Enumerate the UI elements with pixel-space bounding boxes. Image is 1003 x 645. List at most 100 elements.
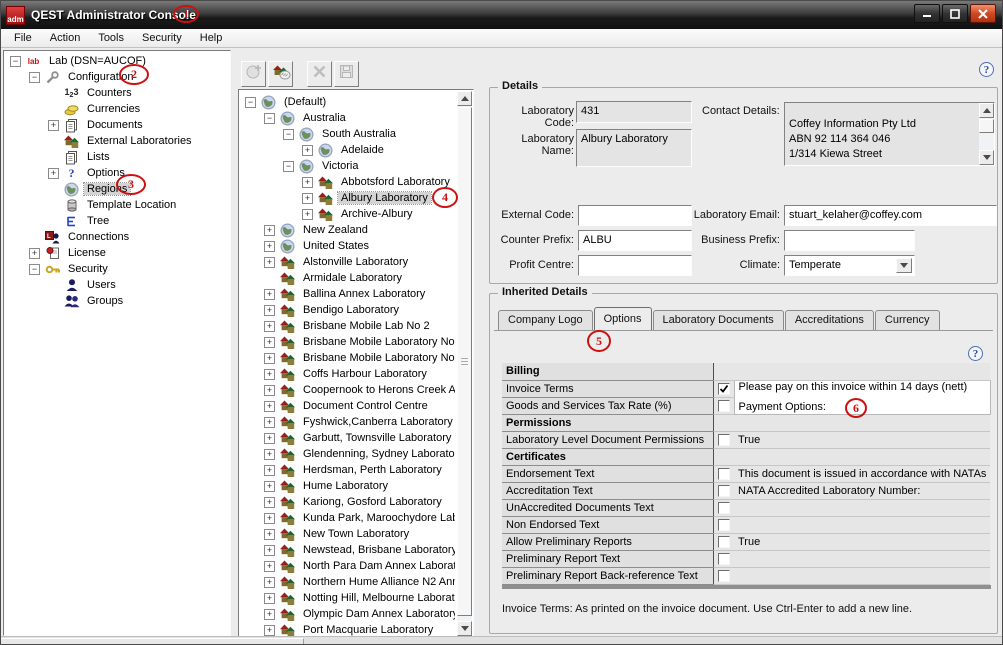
tree-node-configuration[interactable]: −Configuration (6, 69, 230, 85)
tree-node-adelaide[interactable]: +Adelaide (241, 142, 455, 158)
checkbox-unchecked[interactable] (718, 553, 730, 565)
tree-node-united-states[interactable]: +United States (241, 238, 455, 254)
tree-node-label[interactable]: Fyshwick,Canberra Laboratory (300, 416, 455, 428)
tree-node-document-control-centre[interactable]: +Document Control Centre (241, 398, 455, 414)
menu-action[interactable]: Action (41, 30, 90, 46)
checkbox-unchecked[interactable] (718, 536, 730, 548)
tree-node-label[interactable]: United States (300, 240, 372, 252)
expand-icon[interactable]: + (264, 369, 275, 380)
checkbox-checked[interactable] (718, 383, 730, 395)
tree-node-label[interactable]: Kariong, Gosford Laboratory (300, 496, 445, 508)
tree-node-lists[interactable]: Lists (6, 149, 230, 165)
tree-node-glendenning-sydney-laboratory[interactable]: +Glendenning, Sydney Laboratory (241, 446, 455, 462)
checkbox-unchecked[interactable] (718, 519, 730, 531)
tree-node-label[interactable]: Currencies (84, 103, 143, 115)
tab-laboratory-documents[interactable]: Laboratory Documents (653, 310, 784, 330)
expand-icon[interactable]: + (264, 513, 275, 524)
tree-node-currencies[interactable]: Currencies (6, 101, 230, 117)
tree-node-label[interactable]: Documents (84, 119, 146, 131)
scroll-thumb[interactable] (457, 107, 472, 616)
tree-node-label[interactable]: External Laboratories (84, 135, 195, 147)
scroll-up-button[interactable] (457, 91, 472, 106)
tree-node-label[interactable]: Counters (84, 87, 135, 99)
tree-node-brisbane-mobile-laboratory-no-2[interactable]: + Brisbane Mobile Laboratory No.2 (241, 350, 455, 366)
climate-combobox[interactable]: Temperate (784, 255, 915, 276)
tree-node-label[interactable]: North Para Dam Annex Laboratory (300, 560, 455, 572)
tree-node-garbutt-townsville-laboratory[interactable]: +Garbutt, Townsville Laboratory (241, 430, 455, 446)
tree-node-label[interactable]: Alstonville Laboratory (300, 256, 411, 268)
tree-node-label[interactable]: Herdsman, Perth Laboratory (300, 464, 445, 476)
expand-icon[interactable]: + (264, 593, 275, 604)
tree-node-label[interactable]: Lists (84, 151, 113, 163)
expand-icon[interactable]: + (264, 609, 275, 620)
profit-centre-field[interactable] (578, 255, 692, 276)
tree-node-label[interactable]: Armidale Laboratory (300, 272, 405, 284)
tree-node-albury-laboratory[interactable]: +Albury Laboratory (241, 190, 455, 206)
contact-scrollbar[interactable] (979, 103, 994, 165)
expand-icon[interactable]: + (264, 353, 275, 364)
expand-icon[interactable]: + (264, 497, 275, 508)
tree-node-label[interactable]: Victoria (319, 160, 361, 172)
tree-node-documents[interactable]: +Documents (6, 117, 230, 133)
collapse-icon[interactable]: − (29, 72, 40, 83)
expand-icon[interactable]: + (264, 529, 275, 540)
tree-node-brisbane-mobile-laboratory-no-1[interactable]: +Brisbane Mobile Laboratory No 1 (241, 334, 455, 350)
tab-accreditations[interactable]: Accreditations (785, 310, 874, 330)
tree-node-tree[interactable]: Tree (6, 213, 230, 229)
tree-node-northern-hume-alliance-n2-annex[interactable]: +Northern Hume Alliance N2 Annex (241, 574, 455, 590)
tree-node-label[interactable]: (Default) (281, 96, 329, 108)
tree-node-label[interactable]: Brisbane Mobile Lab No 2 (300, 320, 433, 332)
tree-node-bendigo-laboratory[interactable]: +Bendigo Laboratory (241, 302, 455, 318)
expand-icon[interactable]: + (264, 465, 275, 476)
tree-node-label[interactable]: Document Control Centre (300, 400, 431, 412)
expand-icon[interactable]: + (264, 561, 275, 572)
expand-icon[interactable]: + (264, 433, 275, 444)
tree-node-label[interactable]: Kunda Park, Maroochydore Laboratory (300, 512, 455, 524)
tree-node-label[interactable]: Abbotsford Laboratory (338, 176, 453, 188)
collapse-icon[interactable]: − (283, 129, 294, 140)
tree-node-kariong-gosford-laboratory[interactable]: + Kariong, Gosford Laboratory (241, 494, 455, 510)
expand-icon[interactable]: + (264, 385, 275, 396)
tree-node-north-para-dam-annex-laboratory[interactable]: + North Para Dam Annex Laboratory (241, 558, 455, 574)
menu-file[interactable]: File (5, 30, 41, 46)
help-icon[interactable]: ? (968, 346, 983, 361)
tree-node-label[interactable]: Brisbane Mobile Laboratory No.2 (300, 352, 455, 364)
expand-icon[interactable]: + (264, 449, 275, 460)
checkbox-unchecked[interactable] (718, 400, 730, 412)
tree-node-license[interactable]: +License (6, 245, 230, 261)
tree-node-hume-laboratory[interactable]: +Hume Laboratory (241, 478, 455, 494)
help-icon[interactable]: ? (979, 62, 994, 77)
tree-node-australia[interactable]: −Australia (241, 110, 455, 126)
collapse-icon[interactable]: − (10, 56, 21, 67)
tree-node-users[interactable]: Users (6, 277, 230, 293)
scroll-up-button[interactable] (979, 103, 994, 118)
tree-node-lab-dsn-aucof[interactable]: −labLab (DSN=AUCOF) (6, 53, 230, 69)
tree-node-herdsman-perth-laboratory[interactable]: + Herdsman, Perth Laboratory (241, 462, 455, 478)
tab-options[interactable]: Options (594, 307, 652, 330)
tree-node-label[interactable]: Connections (65, 231, 132, 243)
tab-company-logo[interactable]: Company Logo (498, 310, 593, 330)
tree-node-alstonville-laboratory[interactable]: + Alstonville Laboratory (241, 254, 455, 270)
tree-node-archive-albury[interactable]: +Archive-Albury (241, 206, 455, 222)
tree-node-label[interactable]: Archive-Albury (338, 208, 416, 220)
tree-node-victoria[interactable]: − Victoria (241, 158, 455, 174)
expand-icon[interactable]: + (264, 257, 275, 268)
expand-icon[interactable]: + (264, 305, 275, 316)
collapse-icon[interactable]: − (283, 161, 294, 172)
tree-node-groups[interactable]: Groups (6, 293, 230, 309)
expand-icon[interactable]: + (264, 625, 275, 636)
tree-node-abbotsford-laboratory[interactable]: +Abbotsford Laboratory (241, 174, 455, 190)
expand-icon[interactable]: + (264, 545, 275, 556)
tree-node-label[interactable]: Newstead, Brisbane Laboratory (300, 544, 455, 556)
counter-prefix-field[interactable]: ALBU (578, 230, 692, 251)
tree-node-south-australia[interactable]: −South Australia (241, 126, 455, 142)
expand-icon[interactable]: + (264, 481, 275, 492)
close-button[interactable] (970, 4, 996, 23)
tab-currency[interactable]: Currency (875, 310, 940, 330)
tree-node-counters[interactable]: 123Counters (6, 85, 230, 101)
expand-icon[interactable]: + (48, 168, 59, 179)
tree-node-security[interactable]: −Security (6, 261, 230, 277)
checkbox-unchecked[interactable] (718, 502, 730, 514)
tree-node-label[interactable]: Olympic Dam Annex Laboratory (300, 608, 455, 620)
tree-node-label[interactable]: Ballina Annex Laboratory (300, 288, 428, 300)
